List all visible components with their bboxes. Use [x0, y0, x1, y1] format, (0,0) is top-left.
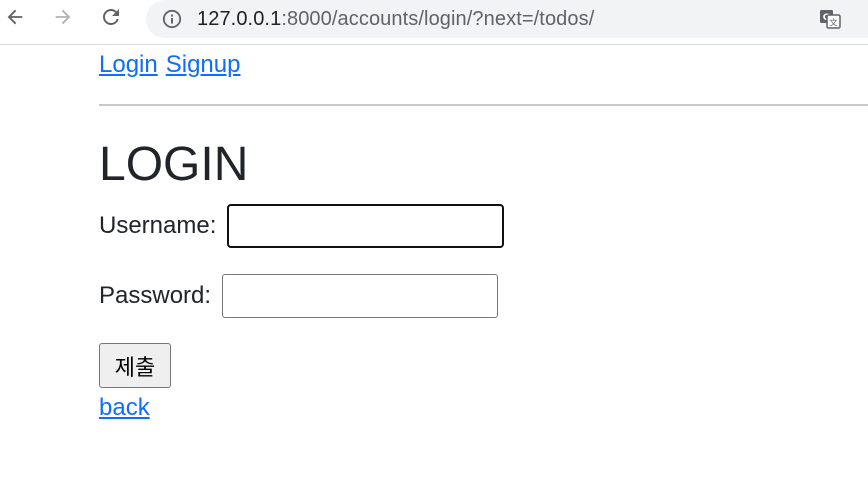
- url-host: 127.0.0.1: [197, 8, 282, 30]
- password-row: Password:: [99, 274, 498, 318]
- username-input[interactable]: [227, 204, 505, 248]
- password-label: Password:: [99, 282, 212, 309]
- username-label: Username:: [99, 212, 217, 239]
- login-link[interactable]: Login: [99, 51, 158, 78]
- forward-arrow-icon[interactable]: [49, 3, 77, 31]
- back-arrow-icon[interactable]: [1, 3, 29, 31]
- address-bar[interactable]: 127.0.0.1:8000/accounts/login/?next=/tod…: [146, 0, 868, 38]
- svg-text:文: 文: [829, 18, 838, 29]
- divider: [99, 104, 868, 106]
- password-input[interactable]: [221, 274, 498, 318]
- reload-icon[interactable]: [97, 3, 125, 31]
- top-nav: Login Signup: [99, 50, 240, 80]
- page-title: LOGIN: [99, 138, 249, 191]
- username-row: Username:: [99, 204, 505, 248]
- info-icon[interactable]: [162, 9, 182, 29]
- back-link[interactable]: back: [99, 393, 150, 423]
- url-text: 127.0.0.1:8000/accounts/login/?next=/tod…: [197, 7, 594, 31]
- url-path: :8000/accounts/login/?next=/todos/: [281, 8, 595, 30]
- browser-toolbar: 127.0.0.1:8000/accounts/login/?next=/tod…: [0, 0, 868, 45]
- signup-link[interactable]: Signup: [166, 51, 241, 78]
- translate-icon[interactable]: G 文: [818, 7, 842, 31]
- submit-button[interactable]: 제출: [99, 343, 171, 388]
